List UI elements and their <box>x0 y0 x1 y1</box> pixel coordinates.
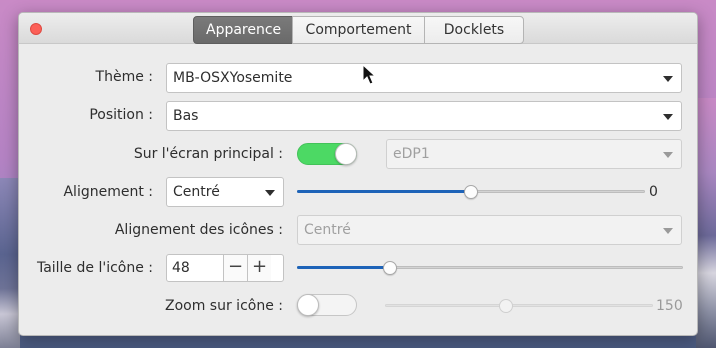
icon-alignment-value: Centré <box>304 222 351 238</box>
position-label: Position : <box>89 107 153 123</box>
position-combo[interactable]: Bas <box>166 101 682 131</box>
icon-size-label: Taille de l'icône : <box>36 260 153 276</box>
alignment-offset-slider[interactable] <box>297 185 645 199</box>
slider-fill <box>297 266 390 269</box>
chevron-down-icon <box>663 228 673 234</box>
icon-zoom-slider <box>385 299 653 313</box>
increment-button[interactable]: + <box>247 255 271 281</box>
icon-size-input[interactable]: 48 <box>167 255 223 281</box>
preferences-window: Apparence Comportement Docklets Thème : … <box>18 12 698 336</box>
mouse-pointer-icon <box>362 64 377 85</box>
icon-zoom-toggle[interactable] <box>297 294 357 316</box>
screen-value: eDP1 <box>393 146 430 162</box>
desktop-background-right <box>696 98 716 348</box>
chevron-down-icon <box>663 152 673 158</box>
screen-combo: eDP1 <box>386 139 682 169</box>
chevron-down-icon <box>265 190 275 196</box>
slider-thumb <box>498 299 513 313</box>
close-button[interactable] <box>30 23 42 35</box>
icon-alignment-combo: Centré <box>297 215 682 245</box>
position-value: Bas <box>173 108 199 124</box>
theme-combo[interactable]: MB-OSXYosemite <box>166 63 682 93</box>
titlebar: Apparence Comportement Docklets <box>19 13 697 44</box>
alignment-combo[interactable]: Centré <box>166 177 284 207</box>
alignment-offset-value: 0 <box>649 184 658 200</box>
icon-size-slider[interactable] <box>297 261 683 275</box>
primary-screen-toggle[interactable] <box>297 143 357 165</box>
tab-apparence[interactable]: Apparence <box>193 16 293 44</box>
decrement-button[interactable]: − <box>223 255 247 281</box>
tab-docklets[interactable]: Docklets <box>424 16 524 44</box>
toggle-knob <box>335 143 357 165</box>
slider-thumb[interactable] <box>464 185 478 199</box>
theme-value: MB-OSXYosemite <box>173 70 293 86</box>
icon-zoom-value: 150 <box>656 298 683 314</box>
alignment-label: Alignement : <box>63 184 153 200</box>
icon-size-spinner: 48 − + <box>166 254 284 282</box>
tab-comportement[interactable]: Comportement <box>292 16 425 44</box>
desktop-background-left <box>0 178 20 348</box>
slider-thumb[interactable] <box>382 261 397 275</box>
alignment-value: Centré <box>173 184 220 200</box>
tab-bar: Apparence Comportement Docklets <box>193 16 524 44</box>
chevron-down-icon <box>663 76 673 82</box>
slider-track <box>385 304 653 307</box>
slider-fill <box>297 190 471 193</box>
primary-screen-label: Sur l'écran principal : <box>133 146 283 162</box>
chevron-down-icon <box>663 114 673 120</box>
theme-label: Thème : <box>95 69 153 85</box>
icon-alignment-label: Alignement des icônes : <box>114 222 283 238</box>
icon-zoom-label: Zoom sur icône : <box>165 298 283 314</box>
toggle-knob <box>297 294 319 316</box>
